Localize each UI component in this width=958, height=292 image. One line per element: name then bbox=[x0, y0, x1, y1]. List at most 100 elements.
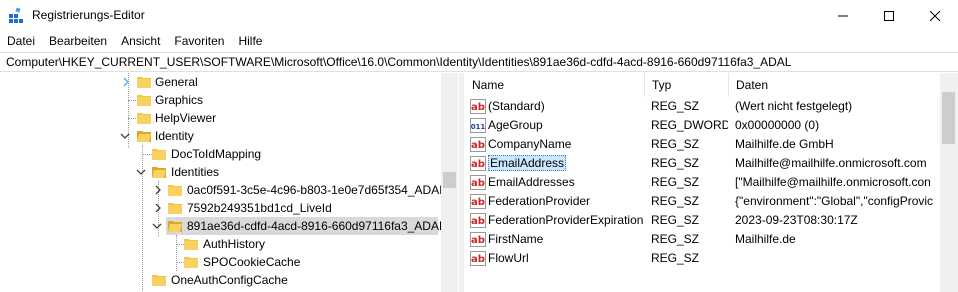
svg-text:ab: ab bbox=[471, 102, 485, 113]
value-data: Mailhilfe.de bbox=[735, 232, 796, 246]
svg-text:ab: ab bbox=[471, 159, 485, 170]
value-name: FirstName bbox=[488, 230, 644, 249]
svg-text:ab: ab bbox=[471, 178, 485, 189]
chevron-right-icon[interactable] bbox=[153, 203, 163, 213]
value-data: 0x00000000 (0) bbox=[735, 118, 820, 132]
value-row[interactable]: ab FlowUrl REG_SZ bbox=[464, 249, 940, 268]
address-bar[interactable]: Computer\HKEY_CURRENT_USER\SOFTWARE\Micr… bbox=[0, 52, 958, 72]
column-header-name[interactable]: Name bbox=[464, 73, 644, 97]
value-name-text: FederationProvider bbox=[488, 194, 591, 208]
folder-icon bbox=[137, 95, 151, 106]
value-data: Mailhilfe@mailhilfe.onmicrosoft.com bbox=[735, 156, 927, 170]
menu-bearbeiten[interactable]: Bearbeiten bbox=[42, 31, 114, 51]
tree-item-label: General bbox=[155, 75, 198, 89]
chevron-right-icon[interactable] bbox=[153, 185, 163, 195]
string-value-icon: ab bbox=[470, 251, 486, 266]
string-value-icon: ab bbox=[470, 137, 486, 152]
folder-icon bbox=[152, 275, 166, 286]
chevron-right-icon[interactable] bbox=[121, 77, 131, 87]
value-row[interactable]: ab (Standard) REG_SZ (Wert nicht festgelegt… bbox=[464, 97, 940, 116]
svg-text:ab: ab bbox=[471, 254, 485, 265]
tree-item-label: DocToIdMapping bbox=[171, 147, 262, 161]
value-row[interactable]: ab EmailAddress REG_SZ Mailhilfe@mailhilfe.… bbox=[464, 154, 940, 173]
tree-item-identity-7592b249[interactable]: 7592b249351bd1cd_LiveId bbox=[0, 199, 440, 217]
value-name-text: FlowUrl bbox=[488, 251, 529, 265]
tree-item-general[interactable]: General bbox=[0, 73, 440, 91]
svg-text:ab: ab bbox=[471, 235, 485, 246]
value-name: EmailAddress bbox=[488, 154, 644, 173]
tree-item-identity-891ae36d[interactable]: 891ae36d-cdfd-4acd-8916-660d97116fa3_ADA… bbox=[0, 217, 446, 235]
value-type: REG_SZ bbox=[651, 137, 700, 151]
value-type: REG_DWORD bbox=[651, 118, 728, 132]
menu-hilfe[interactable]: Hilfe bbox=[231, 31, 269, 51]
tree-item-graphics[interactable]: Graphics bbox=[0, 91, 440, 109]
tree-item-label: Identity bbox=[155, 129, 194, 143]
column-header-data[interactable]: Daten bbox=[728, 73, 940, 97]
tree-item-identity-0ac0f591[interactable]: 0ac0f591-3c5e-4c96-b803-1e0e7d65f354_ADA… bbox=[0, 181, 446, 199]
menu-datei[interactable]: Datei bbox=[0, 31, 42, 51]
tree-item-label: 7592b249351bd1cd_LiveId bbox=[187, 201, 332, 215]
tree-item-label: SPOCookieCache bbox=[203, 255, 301, 269]
value-row[interactable]: ab EmailAddresses REG_SZ ["Mailhilfe@mailhi… bbox=[464, 173, 940, 192]
tree-item-spocookiecache[interactable]: SPOCookieCache bbox=[0, 253, 440, 271]
value-name: FederationProvider bbox=[488, 192, 644, 211]
svg-text:ab: ab bbox=[471, 197, 485, 208]
maximize-icon bbox=[884, 10, 894, 21]
tree-item-helpviewer[interactable]: HelpViewer bbox=[0, 109, 440, 127]
string-value-icon: ab bbox=[470, 213, 486, 228]
value-type: REG_SZ bbox=[651, 99, 700, 113]
value-name-text: EmailAddresses bbox=[488, 175, 575, 189]
value-data: Mailhilfe.de GmbH bbox=[735, 137, 834, 151]
close-button[interactable] bbox=[912, 0, 958, 31]
string-value-icon: ab bbox=[470, 232, 486, 247]
value-row[interactable]: 011 AgeGroup REG_DWORD 0x00000000 (0) bbox=[464, 116, 940, 135]
binary-value-icon: 011 bbox=[470, 118, 486, 133]
value-type: REG_SZ bbox=[651, 175, 700, 189]
tree-item-doctoidmapping[interactable]: DocToIdMapping bbox=[0, 145, 440, 163]
tree-scrollbar-thumb[interactable] bbox=[443, 172, 456, 188]
value-row[interactable]: ab FederationProviderExpiration REG_SZ 2023… bbox=[464, 211, 940, 230]
menu-ansicht[interactable]: Ansicht bbox=[114, 31, 167, 51]
value-type: REG_SZ bbox=[651, 232, 700, 246]
tree-item-identities[interactable]: Identities bbox=[0, 163, 440, 181]
value-list[interactable]: Name Typ Daten ab (Standard) REG_SZ (Wert n… bbox=[464, 73, 958, 292]
value-name: FederationProviderExpiration bbox=[488, 211, 644, 230]
svg-text:011: 011 bbox=[471, 123, 486, 131]
minimize-icon bbox=[838, 15, 848, 16]
tree-item-oneauthconfigcache[interactable]: OneAuthConfigCache bbox=[0, 271, 440, 289]
value-data: {"environment":"Global","configProvic bbox=[735, 194, 934, 208]
maximize-button[interactable] bbox=[866, 0, 912, 31]
string-value-icon: ab bbox=[470, 175, 486, 190]
value-row[interactable]: ab FirstName REG_SZ Mailhilfe.de bbox=[464, 230, 940, 249]
key-tree[interactable]: General Graphics HelpViewer Identity Doc… bbox=[0, 73, 458, 292]
value-name-text: FederationProviderExpiration bbox=[488, 213, 644, 227]
value-row[interactable]: ab CompanyName REG_SZ Mailhilfe.de GmbH bbox=[464, 135, 940, 154]
tree-item-label: 0ac0f591-3c5e-4c96-b803-1e0e7d65f354_ADA… bbox=[187, 183, 446, 197]
chevron-down-icon[interactable] bbox=[120, 131, 130, 141]
column-header-type[interactable]: Typ bbox=[644, 73, 728, 97]
svg-text:ab: ab bbox=[471, 140, 485, 151]
registry-app-icon bbox=[9, 8, 23, 23]
value-data: 2023-09-23T08:30:17Z bbox=[735, 213, 858, 227]
tree-item-authhistory[interactable]: AuthHistory bbox=[0, 235, 440, 253]
value-name-text: EmailAddress bbox=[488, 155, 567, 171]
folder-icon bbox=[137, 77, 151, 88]
chevron-down-icon[interactable] bbox=[136, 167, 146, 177]
menu-bar: Datei Bearbeiten Ansicht Favoriten Hilfe bbox=[0, 31, 958, 51]
tree-item-label: Identities bbox=[171, 165, 220, 179]
title-bar[interactable]: Registrierungs-Editor bbox=[0, 0, 958, 31]
tree-item-label: Graphics bbox=[155, 93, 204, 107]
list-scrollbar-thumb[interactable] bbox=[942, 92, 955, 144]
svg-text:ab: ab bbox=[471, 216, 485, 227]
chevron-down-icon[interactable] bbox=[152, 221, 162, 231]
folder-icon bbox=[168, 185, 182, 196]
value-type: REG_SZ bbox=[651, 251, 700, 265]
value-data: (Wert nicht festgelegt) bbox=[735, 99, 853, 113]
value-row[interactable]: ab FederationProvider REG_SZ {"environment"… bbox=[464, 192, 940, 211]
tree-item-identity[interactable]: Identity bbox=[0, 127, 440, 145]
value-name-text: FirstName bbox=[488, 232, 544, 246]
folder-icon bbox=[168, 203, 182, 214]
minimize-button[interactable] bbox=[820, 0, 866, 31]
string-value-icon: ab bbox=[470, 99, 486, 114]
menu-favoriten[interactable]: Favoriten bbox=[167, 31, 231, 51]
